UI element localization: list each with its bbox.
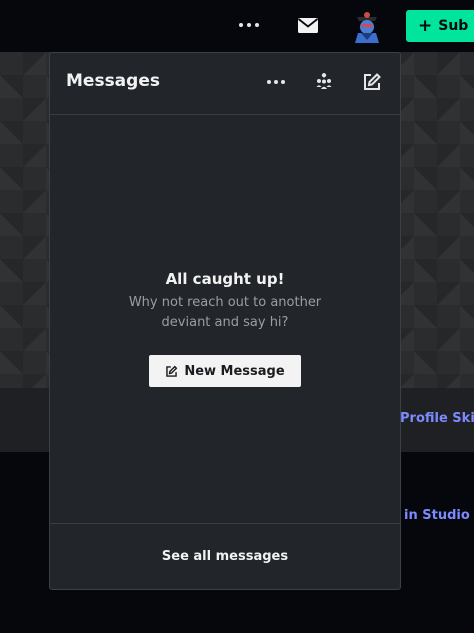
messages-panel-header: Messages bbox=[50, 53, 400, 115]
empty-state-title: All caught up! bbox=[165, 270, 285, 288]
compose-icon[interactable] bbox=[360, 70, 384, 94]
group-icon[interactable] bbox=[312, 70, 336, 94]
studio-link[interactable]: in Studio⌄ bbox=[404, 508, 474, 523]
more-options-icon[interactable] bbox=[264, 70, 288, 94]
new-message-button[interactable]: New Message bbox=[149, 355, 301, 387]
top-bar: + Sub bbox=[0, 0, 474, 52]
mail-icon[interactable] bbox=[297, 17, 319, 38]
avatar[interactable] bbox=[349, 7, 385, 43]
submit-label: Sub bbox=[438, 18, 469, 34]
studio-label: in Studio bbox=[404, 508, 470, 523]
profile-skin-link[interactable]: Profile Skin bbox=[400, 411, 474, 426]
new-message-label: New Message bbox=[184, 363, 285, 379]
submit-button[interactable]: + Sub bbox=[406, 10, 474, 42]
compose-icon bbox=[166, 365, 178, 377]
see-all-messages-link[interactable]: See all messages bbox=[162, 549, 288, 564]
messages-panel-footer: See all messages bbox=[50, 523, 400, 589]
plus-icon: + bbox=[418, 15, 433, 36]
messages-panel: Messages All caught up! Why not reach ou… bbox=[49, 52, 401, 590]
more-options-icon[interactable] bbox=[236, 15, 262, 35]
empty-state-subtitle: Why not reach out to another deviant and… bbox=[128, 295, 322, 330]
panel-title: Messages bbox=[66, 71, 160, 91]
